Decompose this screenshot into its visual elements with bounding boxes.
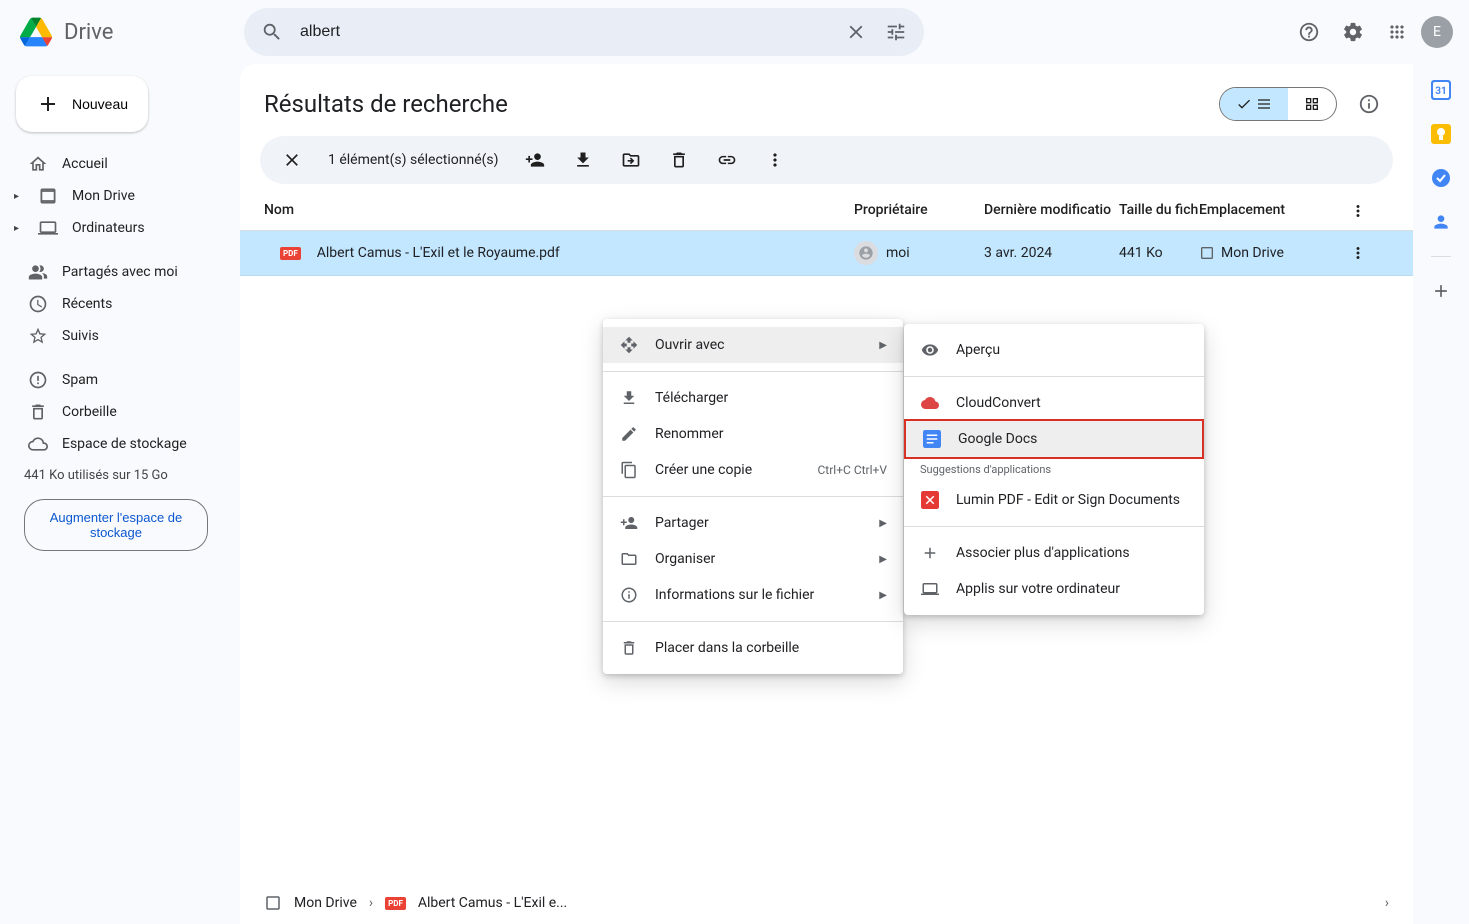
column-menu-icon[interactable] bbox=[1349, 202, 1367, 220]
list-view-button[interactable] bbox=[1220, 88, 1288, 120]
menu-open-with[interactable]: Ouvrir avec ▶ bbox=[603, 327, 903, 363]
settings-icon[interactable] bbox=[1333, 12, 1373, 52]
storage-usage: 441 Ko utilisés sur 15 Go bbox=[8, 460, 224, 491]
svg-text:31: 31 bbox=[1435, 86, 1446, 97]
owner-name: moi bbox=[886, 245, 910, 261]
breadcrumb-root[interactable]: Mon Drive bbox=[294, 895, 357, 911]
owner-avatar-icon bbox=[854, 241, 878, 265]
info-icon[interactable] bbox=[1349, 84, 1389, 124]
file-name: Albert Camus - L'Exil et le Royaume.pdf bbox=[317, 245, 560, 261]
search-input[interactable] bbox=[292, 23, 836, 41]
sidebar-item-starred[interactable]: Suivis bbox=[8, 320, 224, 352]
chevron-right-icon[interactable]: › bbox=[1385, 895, 1389, 911]
col-name[interactable]: Nom bbox=[264, 202, 854, 220]
sidebar-item-spam[interactable]: Spam bbox=[8, 364, 224, 396]
row-menu-icon[interactable] bbox=[1349, 244, 1367, 262]
more-icon[interactable] bbox=[755, 140, 795, 180]
help-icon[interactable] bbox=[1289, 12, 1329, 52]
search-bar[interactable] bbox=[244, 8, 924, 56]
selection-count: 1 élément(s) sélectionné(s) bbox=[328, 152, 499, 168]
submenu-google-docs[interactable]: Google Docs bbox=[904, 419, 1204, 459]
new-button[interactable]: Nouveau bbox=[16, 76, 148, 132]
keep-icon[interactable] bbox=[1431, 124, 1451, 144]
pdf-icon: PDF bbox=[280, 247, 301, 260]
apps-icon[interactable] bbox=[1377, 12, 1417, 52]
app-name: Drive bbox=[64, 20, 113, 45]
col-location[interactable]: Emplacement bbox=[1199, 202, 1349, 220]
location-name: Mon Drive bbox=[1221, 245, 1284, 261]
menu-make-copy[interactable]: Créer une copie Ctrl+C Ctrl+V bbox=[603, 452, 903, 488]
calendar-icon[interactable]: 31 bbox=[1431, 80, 1451, 100]
side-panel: 31 bbox=[1413, 64, 1469, 924]
upgrade-storage-button[interactable]: Augmenter l'espace de stockage bbox=[24, 499, 208, 551]
clear-search-icon[interactable] bbox=[836, 12, 876, 52]
menu-download[interactable]: Télécharger bbox=[603, 380, 903, 416]
breadcrumb: Mon Drive › PDF Albert Camus - L'Exil e.… bbox=[240, 881, 1413, 924]
col-size[interactable]: Taille du fich bbox=[1119, 202, 1199, 220]
sidebar-item-shared[interactable]: Partagés avec moi bbox=[8, 256, 224, 288]
pdf-icon: PDF bbox=[385, 897, 406, 910]
view-toggle bbox=[1219, 87, 1337, 121]
table-header: Nom Propriétaire Dernière modificatio Ta… bbox=[240, 192, 1413, 231]
contacts-icon[interactable] bbox=[1431, 212, 1451, 232]
menu-rename[interactable]: Renommer bbox=[603, 416, 903, 452]
submenu-suggestions-heading: Suggestions d'applications bbox=[904, 457, 1204, 482]
sidebar-item-recent[interactable]: Récents bbox=[8, 288, 224, 320]
menu-organize[interactable]: Organiser ▶ bbox=[603, 541, 903, 577]
page-title: Résultats de recherche bbox=[264, 90, 1219, 118]
file-size: 441 Ko bbox=[1119, 245, 1199, 261]
close-selection-icon[interactable] bbox=[272, 140, 312, 180]
search-icon[interactable] bbox=[252, 12, 292, 52]
drive-logo-icon[interactable] bbox=[16, 12, 56, 52]
sidebar-item-storage[interactable]: Espace de stockage bbox=[8, 428, 224, 460]
selection-action-bar: 1 élément(s) sélectionné(s) bbox=[260, 136, 1393, 184]
add-panel-icon[interactable] bbox=[1431, 281, 1451, 301]
delete-icon[interactable] bbox=[659, 140, 699, 180]
submenu-connect-more[interactable]: Associer plus d'applications bbox=[904, 535, 1204, 571]
sidebar-item-mydrive[interactable]: ▸ Mon Drive bbox=[8, 180, 224, 212]
menu-file-info[interactable]: Informations sur le fichier ▶ bbox=[603, 577, 903, 613]
chevron-right-icon: › bbox=[369, 895, 373, 911]
sidebar: Nouveau Accueil ▸ Mon Drive ▸ Ordinateur… bbox=[0, 64, 240, 924]
submenu-preview[interactable]: Aperçu bbox=[904, 332, 1204, 368]
sidebar-item-computers[interactable]: ▸ Ordinateurs bbox=[8, 212, 224, 244]
submenu-cloudconvert[interactable]: CloudConvert bbox=[904, 385, 1204, 421]
user-avatar[interactable]: E bbox=[1421, 16, 1453, 48]
col-owner[interactable]: Propriétaire bbox=[854, 202, 984, 220]
header-right: E bbox=[1289, 12, 1453, 52]
share-icon[interactable] bbox=[515, 140, 555, 180]
move-icon[interactable] bbox=[611, 140, 651, 180]
menu-trash[interactable]: Placer dans la corbeille bbox=[603, 630, 903, 666]
tasks-icon[interactable] bbox=[1431, 168, 1451, 188]
header: Drive E bbox=[0, 0, 1469, 64]
main-content: Résultats de recherche bbox=[240, 64, 1413, 924]
link-icon[interactable] bbox=[707, 140, 747, 180]
open-with-submenu: Aperçu CloudConvert Google Docs Suggesti… bbox=[904, 324, 1204, 615]
submenu-apps-device[interactable]: Applis sur votre ordinateur bbox=[904, 571, 1204, 607]
search-options-icon[interactable] bbox=[876, 12, 916, 52]
modified-date: 3 avr. 2024 bbox=[984, 245, 1119, 261]
menu-share[interactable]: Partager ▶ bbox=[603, 505, 903, 541]
breadcrumb-file[interactable]: Albert Camus - L'Exil e... bbox=[418, 895, 567, 911]
table-row[interactable]: PDF Albert Camus - L'Exil et le Royaume.… bbox=[240, 231, 1413, 276]
sidebar-item-home[interactable]: Accueil bbox=[8, 148, 224, 180]
breadcrumb-root-icon bbox=[264, 894, 282, 912]
new-button-label: Nouveau bbox=[72, 96, 128, 112]
folder-icon bbox=[1199, 245, 1215, 261]
logo-area: Drive bbox=[16, 12, 236, 52]
download-icon[interactable] bbox=[563, 140, 603, 180]
submenu-lumin[interactable]: Lumin PDF - Edit or Sign Documents bbox=[904, 482, 1204, 518]
context-menu: Ouvrir avec ▶ Télécharger Renommer Créer… bbox=[603, 319, 903, 674]
sidebar-item-trash[interactable]: Corbeille bbox=[8, 396, 224, 428]
col-modified[interactable]: Dernière modificatio bbox=[984, 202, 1119, 220]
grid-view-button[interactable] bbox=[1288, 88, 1336, 120]
